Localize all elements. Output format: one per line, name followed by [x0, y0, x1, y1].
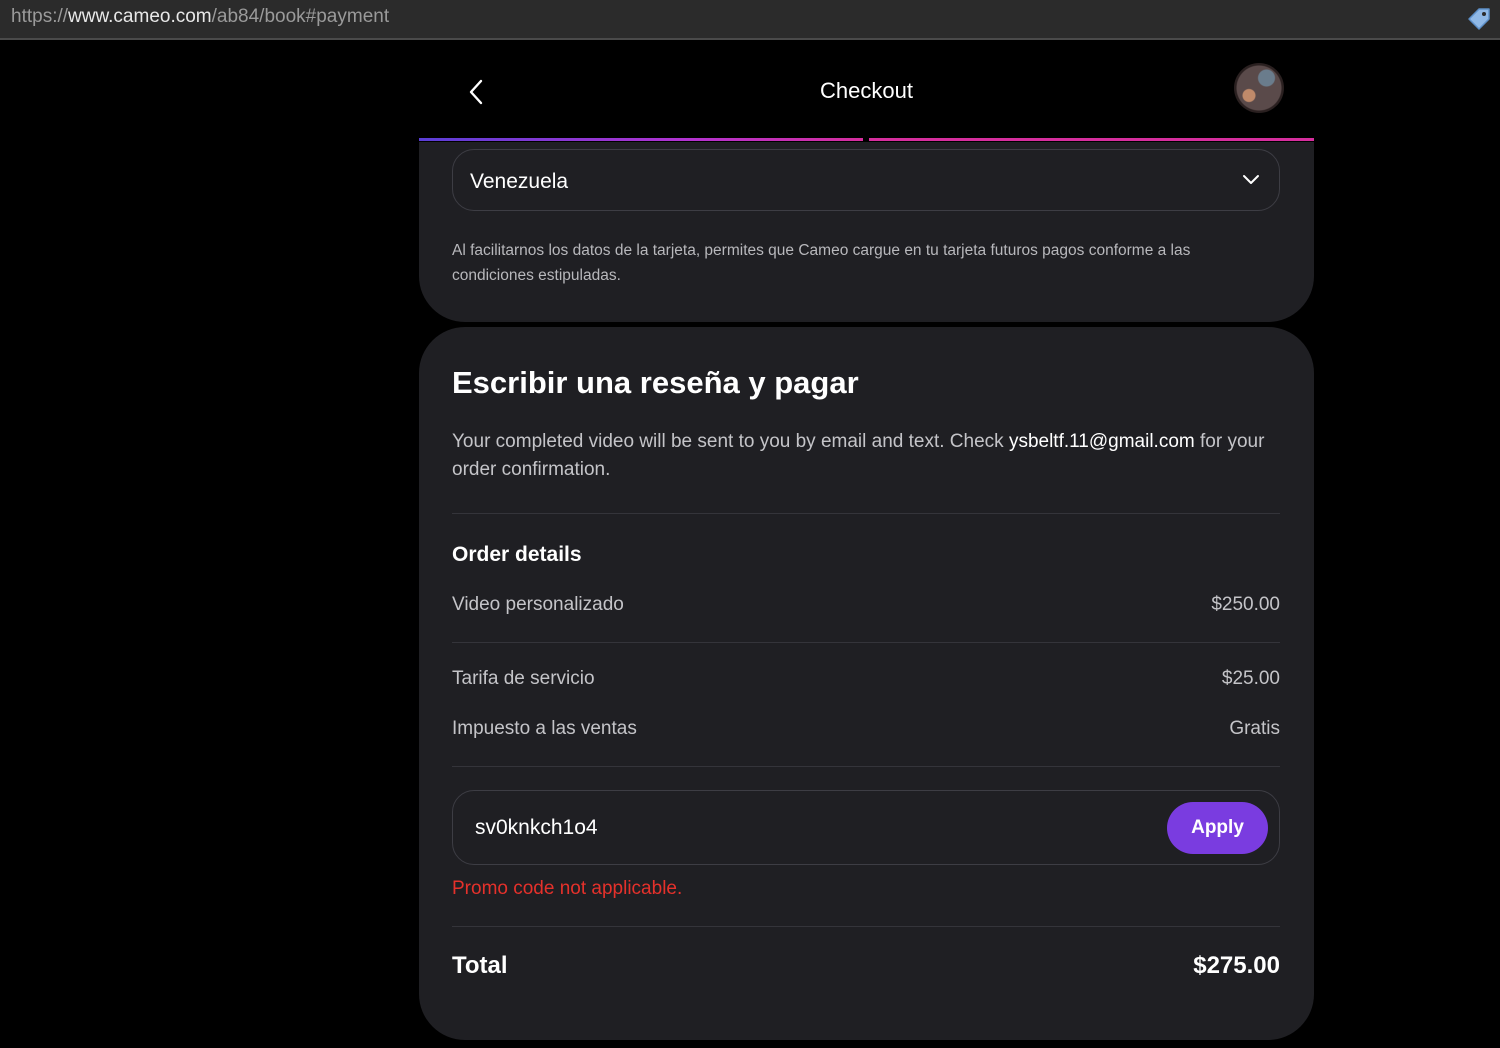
divider: [452, 513, 1280, 514]
url-path: /ab84/book#payment: [211, 6, 390, 27]
order-item-label: Impuesto a las ventas: [452, 718, 637, 739]
card-charge-notice: Al facilitarnos los datos de la tarjeta,…: [452, 242, 1191, 284]
apply-button[interactable]: Apply: [1167, 802, 1268, 854]
avatar[interactable]: [1234, 63, 1284, 113]
country-select[interactable]: Venezuela: [452, 149, 1280, 211]
url-host: www.cameo.com: [68, 6, 212, 27]
total-value: $275.00: [1193, 952, 1280, 979]
section-title: Escribir una reseña y pagar: [452, 365, 859, 400]
user-email: ysbeltf.11@gmail.com: [1008, 431, 1195, 452]
total-label: Total: [452, 952, 508, 979]
order-item-value: Gratis: [1229, 718, 1280, 739]
progress-step-1: [419, 138, 863, 141]
order-item-label: Tarifa de servicio: [452, 668, 595, 689]
order-details-title: Order details: [452, 543, 582, 566]
url-prefix: https://: [11, 6, 69, 27]
divider: [452, 766, 1280, 767]
checkout-header: Checkout: [419, 42, 1314, 142]
browser-address-bar[interactable]: https://www.cameo.com/ab84/book#payment: [0, 0, 1500, 40]
delivery-info: Your completed video will be sent to you…: [452, 428, 1282, 484]
divider: [452, 926, 1280, 927]
billing-card: Venezuela Al facilitarnos los datos de l…: [419, 142, 1314, 322]
promo-error-message: Promo code not applicable.: [452, 878, 683, 899]
divider: [452, 642, 1280, 643]
review-and-pay-card: Escribir una reseña y pagar Your complet…: [419, 327, 1314, 1040]
order-item-value: $25.00: [1221, 668, 1280, 689]
chevron-down-icon: [1243, 175, 1259, 184]
order-item-value: $250.00: [1211, 594, 1280, 615]
delivery-info-text: Your completed video will be sent to you…: [452, 431, 1009, 452]
country-select-value: Venezuela: [470, 170, 569, 193]
promo-code-input[interactable]: [475, 813, 1125, 843]
url-text[interactable]: https://www.cameo.com/ab84/book#payment: [11, 6, 389, 28]
progress-step-2: [869, 138, 1314, 141]
promo-code-field: Apply: [452, 790, 1280, 865]
tag-icon[interactable]: [1466, 6, 1492, 32]
order-item-label: Video personalizado: [452, 594, 624, 615]
page-title: Checkout: [820, 78, 913, 103]
